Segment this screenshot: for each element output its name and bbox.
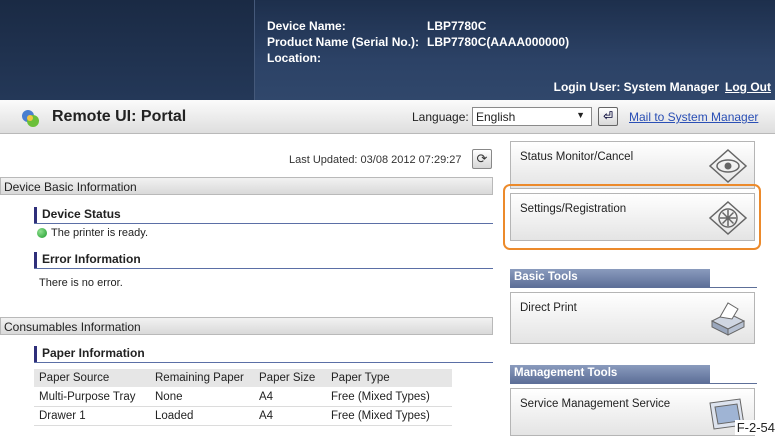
table-row: Multi-Purpose Tray None A4 Free (Mixed T… (34, 387, 452, 407)
refresh-button[interactable]: ⟳ (472, 149, 492, 169)
logout-link[interactable]: Log Out (725, 80, 771, 94)
location-label: Location: (267, 51, 321, 65)
device-name-label: Device Name: (267, 19, 346, 33)
column-header: Paper Type (326, 369, 452, 388)
table-cell: A4 (254, 406, 326, 426)
remote-ui-logo-icon (22, 110, 39, 127)
table-cell: Free (Mixed Types) (326, 387, 452, 407)
language-apply-button[interactable]: ⏎ (598, 107, 618, 126)
eye-monitor-icon (708, 148, 748, 184)
divider (510, 287, 757, 288)
column-header: Paper Size (254, 369, 326, 388)
enter-arrow-icon: ⏎ (602, 109, 614, 123)
device-status-title: Device Status (34, 207, 121, 223)
divider (34, 223, 493, 224)
right-menu-panel: Status Monitor/Cancel Settings/Registrat… (497, 135, 775, 436)
status-monitor-label: Status Monitor/Cancel (520, 151, 634, 163)
settings-registration-button[interactable]: Settings/Registration (510, 193, 755, 241)
device-name-value: LBP7780C (427, 19, 487, 33)
settings-registration-label: Settings/Registration (520, 203, 627, 215)
status-monitor-button[interactable]: Status Monitor/Cancel (510, 141, 755, 189)
product-name-value: LBP7780C(AAAA000000) (427, 35, 570, 49)
product-name-label: Product Name (Serial No.): (267, 35, 420, 49)
mail-to-manager-link[interactable]: Mail to System Manager (629, 110, 758, 124)
column-header: Remaining Paper (150, 369, 254, 388)
divider (34, 362, 493, 363)
portal-bar: Remote UI: Portal Language: English ▼ ⏎ … (0, 100, 775, 134)
error-info-text: There is no error. (39, 277, 123, 289)
table-cell: Free (Mixed Types) (326, 406, 452, 426)
direct-print-button[interactable]: Direct Print (510, 292, 755, 344)
device-basic-info-header: Device Basic Information (0, 177, 493, 195)
consumables-info-header: Consumables Information (0, 317, 493, 335)
language-value: English (476, 110, 516, 124)
direct-print-label: Direct Print (520, 302, 577, 314)
table-cell: A4 (254, 387, 326, 407)
table-cell: None (150, 387, 254, 407)
table-cell: Multi-Purpose Tray (34, 387, 150, 407)
refresh-icon: ⟳ (476, 151, 488, 166)
table-header-row: Paper Source Remaining Paper Paper Size … (34, 369, 452, 388)
settings-gear-icon (708, 200, 748, 236)
device-status-text: The printer is ready. (51, 227, 149, 239)
basic-tools-header: Basic Tools (510, 269, 710, 287)
divider (34, 268, 493, 269)
service-management-label: Service Management Service (520, 398, 671, 410)
page-title: Remote UI: Portal (52, 108, 187, 125)
table-row: Drawer 1 Loaded A4 Free (Mixed Types) (34, 406, 452, 426)
login-user: Login User: System Manager (553, 80, 720, 94)
language-select[interactable]: English ▼ (472, 107, 592, 126)
login-info: Login User: System Manager Log Out (554, 80, 771, 94)
last-updated: Last Updated: 03/08 2012 07:29:27 (289, 154, 462, 166)
table-cell: Drawer 1 (34, 406, 150, 426)
status-ok-icon (37, 228, 47, 238)
chevron-down-icon: ▼ (576, 110, 585, 120)
column-header: Paper Source (34, 369, 150, 388)
paper-info-title: Paper Information (34, 346, 145, 362)
language-label: Language: (412, 110, 469, 124)
main-content: Last Updated: 03/08 2012 07:29:27 ⟳ Devi… (0, 135, 497, 436)
printer-icon (710, 302, 746, 336)
figure-label: F-2-54 (734, 420, 775, 435)
error-info-title: Error Information (34, 252, 141, 268)
paper-info-table: Paper Source Remaining Paper Paper Size … (34, 369, 452, 426)
device-status: The printer is ready. (37, 227, 148, 239)
service-management-button[interactable]: Service Management Service (510, 388, 755, 436)
device-info: Device Name: LBP7780C Product Name (Seria… (267, 18, 569, 66)
divider (510, 383, 757, 384)
table-cell: Loaded (150, 406, 254, 426)
management-tools-header: Management Tools (510, 365, 710, 383)
header-logo-area (0, 0, 255, 100)
top-header: Device Name: LBP7780C Product Name (Seria… (0, 0, 775, 100)
